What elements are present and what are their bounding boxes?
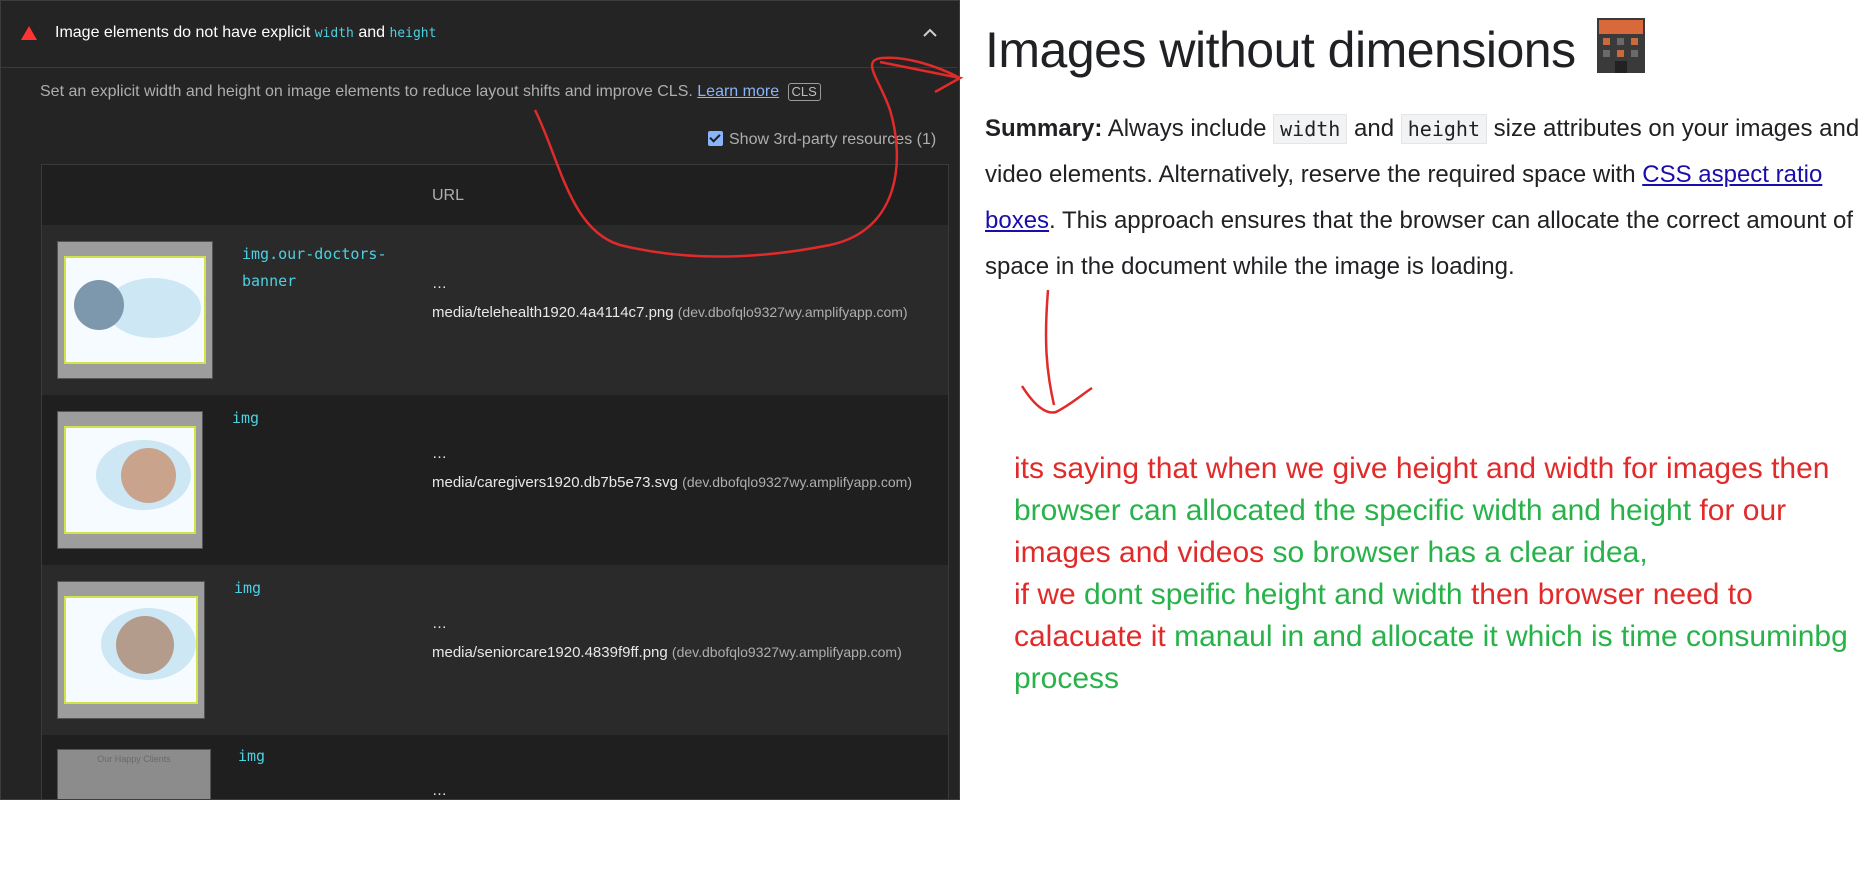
table-row: img.our-doctors-banner … media/telehealt…	[42, 225, 948, 395]
thumbnail-caption: Our Happy Clients	[97, 754, 171, 764]
summary-text-3: . This approach ensures that the browser…	[985, 207, 1854, 280]
table-row: img … media/seniorcare1920.4839f9ff.png …	[42, 565, 948, 735]
thumbnail-photo	[116, 616, 174, 674]
url-host: (dev.dbofqlo9327wy.amplifyapp.com)	[677, 304, 908, 320]
thumbnail-seniorcare	[57, 581, 205, 719]
node-label[interactable]: img.our-doctors-banner	[242, 241, 392, 295]
url-ellipsis: …	[432, 615, 447, 632]
fail-triangle-icon	[21, 26, 37, 40]
audit-title: Image elements do not have explicit widt…	[55, 24, 436, 42]
node-label[interactable]: img	[234, 575, 384, 602]
thumbnail-telehealth	[57, 241, 213, 379]
url-cell[interactable]: … media/telehealth1920.4a4114c7.png (dev…	[432, 270, 932, 327]
handwritten-note: its saying that when we give height and …	[1014, 448, 1854, 700]
third-party-toggle[interactable]: Show 3rd-party resources (1)	[708, 131, 936, 149]
summary-label: Summary:	[985, 115, 1103, 142]
thumbnail-image	[64, 596, 198, 704]
thumbnail-photo	[74, 280, 124, 330]
column-url-header: URL	[432, 187, 465, 204]
url-host: (dev.dbofqlo9327wy.amplifyapp.com)	[671, 644, 902, 660]
url-ellipsis: …	[432, 782, 447, 799]
article-section: Images without dimensions Summary: Alway…	[985, 0, 1876, 330]
checkbox-icon[interactable]	[708, 131, 723, 146]
url-path: media/telehealth1920.4a4114c7.png	[432, 304, 674, 321]
third-party-label: Show 3rd-party resources (1)	[729, 131, 937, 148]
url-host: (dev.dbofqlo9327wy.amplifyapp.com)	[682, 474, 912, 490]
audit-header[interactable]: Image elements do not have explicit widt…	[1, 1, 957, 68]
lighthouse-audit-panel: Image elements do not have explicit widt…	[0, 0, 960, 800]
chevron-up-icon[interactable]	[921, 25, 939, 41]
code-width: width	[1273, 114, 1348, 144]
summary-text-1: Always include	[1107, 115, 1267, 142]
node-label[interactable]: img	[232, 405, 382, 432]
note-green-text: browser can allocated the specific width…	[1014, 494, 1692, 527]
table-row: img … media/caregivers1920.db7b5e73.svg …	[42, 395, 948, 565]
url-ellipsis: …	[432, 275, 447, 292]
url-cell[interactable]: … media/caregivers1920.db7b5e73.svg (dev…	[432, 440, 932, 497]
summary-and: and	[1354, 115, 1395, 142]
article-title-text: Images without dimensions	[985, 22, 1576, 78]
note-red-text: if we	[1014, 578, 1076, 611]
cls-badge: CLS	[787, 83, 821, 101]
note-green-text: dont speific height and width	[1084, 578, 1463, 611]
article-summary: Summary: Always include width and height…	[985, 106, 1870, 290]
url-path: media/seniorcare1920.4839f9ff.png	[432, 644, 668, 661]
url-ellipsis: …	[432, 445, 447, 462]
thumbnail-caregivers	[57, 411, 203, 549]
url-cell[interactable]: …	[432, 777, 932, 799]
audit-table: URL img.our-doctors-banner … media/teleh…	[41, 164, 949, 799]
note-green-text: so browser has a clear idea,	[1272, 536, 1648, 569]
article-title: Images without dimensions	[985, 18, 1645, 79]
learn-more-link[interactable]: Learn more	[697, 83, 779, 100]
thumbnail-testimonials: Our Happy Clients	[57, 749, 211, 799]
node-label[interactable]: img	[238, 743, 388, 770]
url-path: media/caregivers1920.db7b5e73.svg	[432, 474, 678, 491]
thumbnail-image	[64, 256, 206, 364]
url-cell[interactable]: … media/seniorcare1920.4839f9ff.png (dev…	[432, 610, 932, 667]
building-emoji-icon	[1596, 18, 1645, 73]
audit-description: Set an explicit width and height on imag…	[40, 83, 821, 101]
code-height: height	[1400, 114, 1487, 144]
description-text: Set an explicit width and height on imag…	[40, 83, 693, 100]
audit-title-and: and	[358, 24, 386, 41]
note-red-text: its saying that when we give height and …	[1014, 452, 1830, 485]
thumbnail-photo	[121, 448, 176, 503]
audit-title-code-width: width	[314, 26, 354, 41]
table-row: Our Happy Clients img …	[42, 735, 948, 799]
audit-title-code-height: height	[389, 26, 437, 41]
thumbnail-image	[64, 426, 196, 534]
table-header: URL	[42, 165, 948, 225]
annotation-down-arrow-head	[1020, 385, 1093, 414]
audit-title-text: Image elements do not have explicit	[55, 24, 311, 41]
